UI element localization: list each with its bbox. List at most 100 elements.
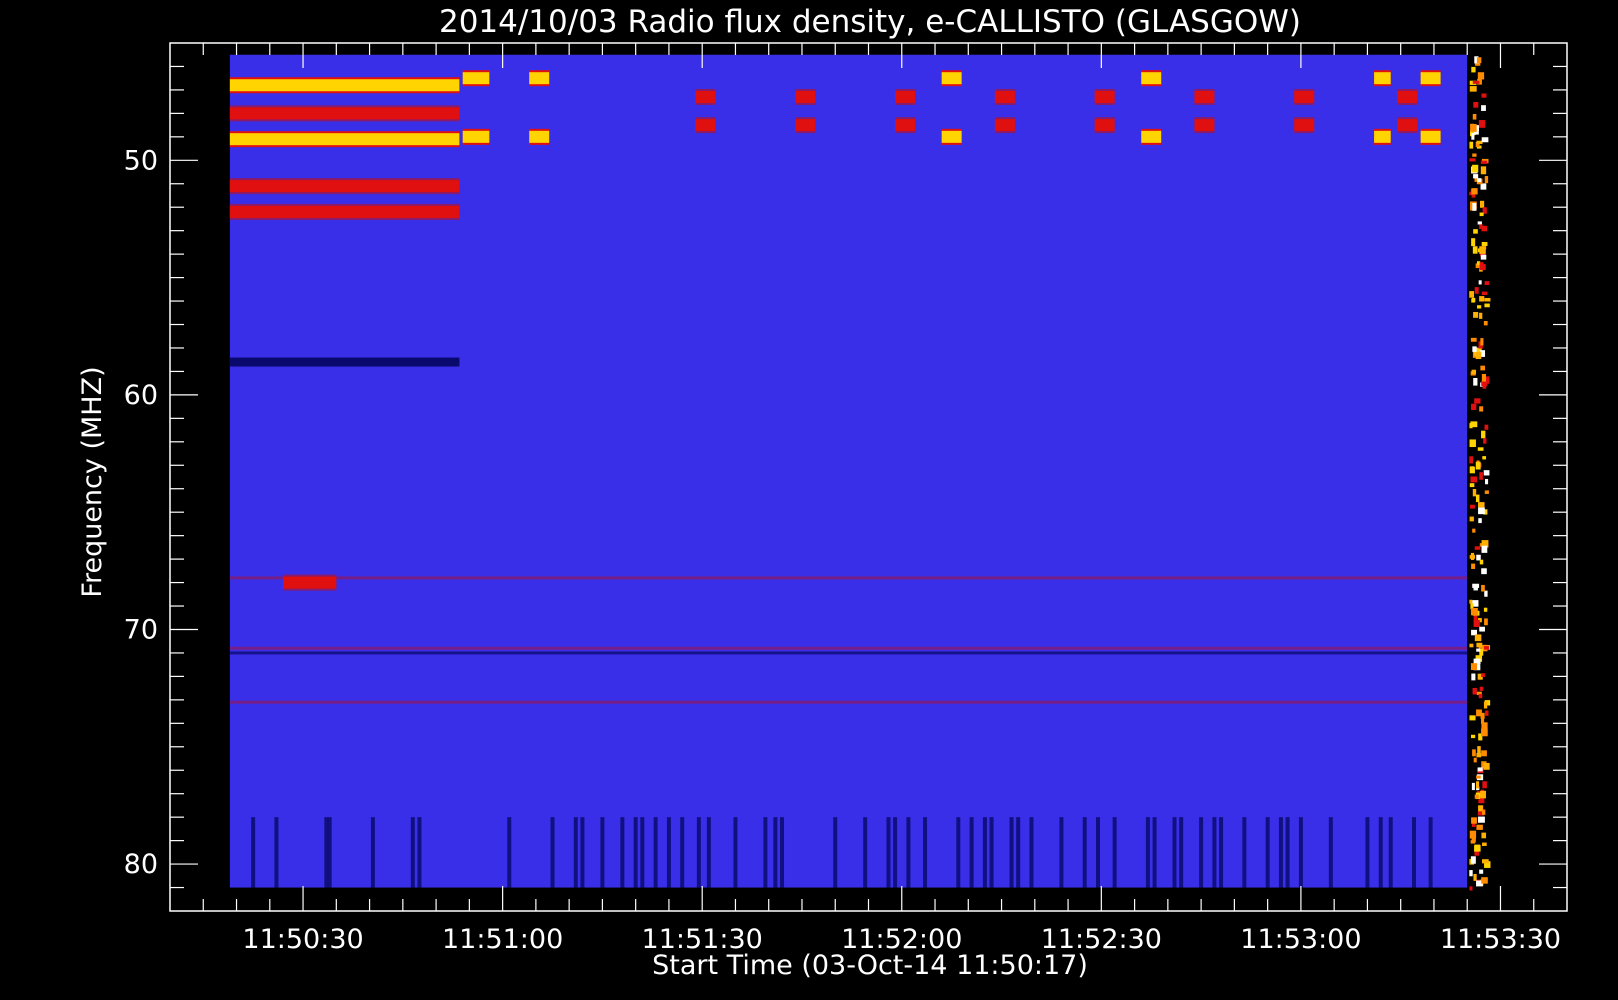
dark-streak-7	[507, 817, 512, 888]
burst-21	[1094, 90, 1115, 103]
dark-streak-21	[763, 817, 768, 888]
edge-speck-90	[1480, 254, 1487, 260]
dark-streak-3	[327, 817, 332, 888]
dark-streak-22	[773, 817, 778, 888]
edge-speck-215	[1478, 507, 1485, 515]
edge-speck-127	[1484, 176, 1489, 184]
edge-speck-152	[1472, 488, 1477, 497]
burst-8	[462, 130, 490, 143]
dark-streak-47	[1219, 817, 1224, 888]
edge-speck-195	[1484, 490, 1489, 494]
edge-speck-219	[1478, 693, 1483, 699]
x-tick-label: 11:50:30	[242, 924, 363, 955]
edge-speck-182	[1471, 838, 1476, 843]
burst-11	[695, 90, 716, 103]
edge-speck-216	[1479, 212, 1484, 217]
burst-12	[695, 119, 716, 132]
edge-speck-192	[1469, 456, 1474, 464]
edge-speck-208	[1469, 715, 1476, 721]
edge-speck-235	[1477, 305, 1482, 309]
edge-speck-225	[1470, 124, 1477, 132]
edge-speck-233	[1477, 178, 1482, 183]
dark-streak-24	[833, 817, 838, 888]
edge-speck-232	[1472, 80, 1480, 84]
edge-speck-21	[1480, 183, 1487, 190]
dark-streak-15	[653, 817, 658, 888]
dark-streak-43	[1172, 817, 1177, 888]
edge-speck-132	[1484, 618, 1488, 626]
edge-speck-59	[1476, 824, 1483, 830]
edge-speck-188	[1470, 663, 1478, 671]
edge-speck-222	[1469, 86, 1477, 92]
edge-speck-221	[1476, 775, 1481, 779]
dark-streak-12	[620, 817, 625, 888]
dark-streak-56	[1388, 817, 1393, 888]
edge-speck-186	[1473, 174, 1479, 179]
edge-speck-220	[1483, 320, 1488, 326]
edge-speck-142	[1469, 158, 1476, 162]
dark-streak-32	[982, 817, 987, 888]
y-tick-label: 50	[124, 145, 158, 176]
edge-speck-10	[1479, 686, 1484, 691]
edge-speck-92	[1469, 599, 1473, 604]
burst-2	[229, 107, 460, 120]
edge-speck-78	[1483, 438, 1487, 444]
burst-10	[529, 130, 550, 143]
burst-1	[229, 133, 460, 146]
edge-speck-177	[1481, 673, 1485, 677]
edge-speck-71	[1469, 643, 1474, 648]
edge-speck-206	[1484, 646, 1489, 650]
dark-streak-14	[640, 817, 645, 888]
burst-29	[1374, 72, 1391, 85]
edge-speck-165	[1485, 478, 1489, 485]
edge-speck-196	[1472, 153, 1477, 157]
dark-streak-42	[1152, 817, 1157, 888]
edge-speck-181	[1470, 552, 1475, 561]
edge-speck-145	[1481, 93, 1487, 98]
edge-speck-40	[1477, 221, 1482, 225]
edge-speck-81	[1469, 291, 1475, 298]
edge-speck-180	[1482, 809, 1486, 815]
dark-streak-49	[1265, 817, 1270, 888]
burst-30	[1374, 130, 1391, 143]
burst-16	[895, 119, 916, 132]
dark-streak-16	[666, 817, 671, 888]
burst-0	[229, 79, 460, 92]
edge-speck-228	[1481, 877, 1488, 884]
edge-speck-231	[1472, 749, 1476, 757]
edge-speck-56	[1478, 518, 1482, 524]
dark-streak-5	[410, 817, 415, 888]
edge-speck-217	[1470, 734, 1476, 739]
edge-speck-110	[1478, 120, 1486, 128]
edge-speck-13	[1476, 752, 1482, 758]
edge-speck-99	[1479, 200, 1485, 208]
burst-27	[1294, 90, 1315, 103]
dark-streak-57	[1411, 817, 1416, 888]
edge-speck-229	[1482, 456, 1487, 460]
plot-area	[229, 54, 1491, 891]
x-tick-label: 11:51:00	[442, 924, 563, 955]
edge-speck-213	[1471, 238, 1476, 247]
edge-speck-70	[1484, 303, 1490, 308]
dark-streak-8	[550, 817, 555, 888]
edge-speck-84	[1481, 859, 1489, 864]
edge-speck-105	[1485, 710, 1489, 716]
dark-streak-23	[780, 817, 785, 888]
dark-streak-54	[1365, 817, 1370, 888]
edge-speck-14	[1471, 673, 1476, 681]
burst-34	[1420, 130, 1441, 143]
burst-26	[1194, 119, 1215, 132]
edge-speck-126	[1475, 351, 1482, 360]
edge-speck-239	[1469, 423, 1473, 429]
edge-speck-33	[1483, 470, 1490, 476]
dark-streak-34	[1009, 817, 1014, 888]
burst-24	[1141, 130, 1162, 143]
dark-streak-26	[886, 817, 891, 888]
edge-speck-104	[1481, 750, 1487, 757]
edge-speck-200	[1474, 844, 1481, 851]
edge-speck-169	[1480, 338, 1484, 346]
burst-3	[229, 180, 460, 193]
x-axis-label: Start Time (03-Oct-14 11:50:17)	[652, 950, 1088, 981]
edge-speck-167	[1472, 583, 1480, 588]
edge-speck-117	[1473, 873, 1477, 881]
